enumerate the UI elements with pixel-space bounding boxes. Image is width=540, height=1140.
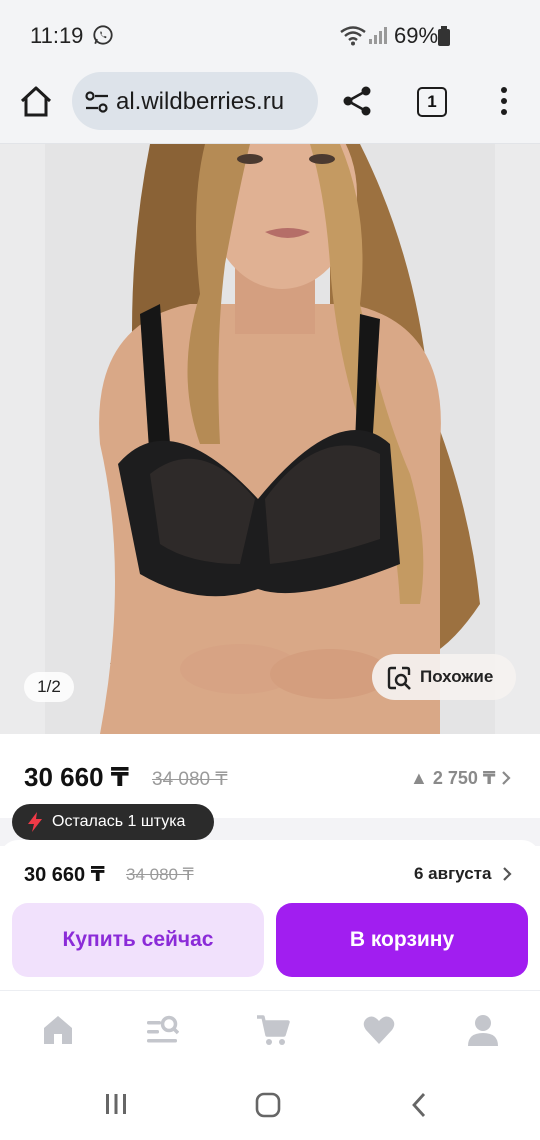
visual-search-icon: [387, 666, 411, 690]
old-price: 34 080 ₸: [152, 769, 228, 790]
recent-apps-icon[interactable]: [104, 1092, 128, 1116]
status-time: 11:19: [30, 23, 84, 48]
home-nav-icon[interactable]: [255, 1092, 281, 1118]
site-settings-icon[interactable]: [84, 89, 110, 115]
similar-button[interactable]: Похожие: [372, 654, 516, 700]
image-counter: 1/2: [24, 672, 74, 702]
similar-label: Похожие: [420, 667, 494, 686]
buy-now-button[interactable]: Купить сейчас: [12, 903, 264, 977]
bottom-navigation: [0, 990, 540, 1066]
product-image[interactable]: 1/2 Похожие: [0, 144, 540, 734]
product-photo: [0, 144, 540, 734]
status-bar: 11:19 69%: [0, 0, 540, 70]
more-menu-icon[interactable]: [490, 84, 518, 118]
home-icon[interactable]: [18, 84, 54, 120]
url-text[interactable]: al.wildberries.ru: [116, 88, 312, 116]
cart-icon[interactable]: [256, 1013, 290, 1047]
catalog-search-icon[interactable]: [145, 1013, 179, 1047]
lightning-icon: [28, 812, 42, 832]
signal-icon: [369, 27, 387, 44]
heart-icon[interactable]: [362, 1013, 396, 1047]
back-icon[interactable]: [410, 1092, 428, 1118]
share-icon[interactable]: [340, 84, 374, 118]
profile-icon[interactable]: [466, 1013, 500, 1047]
home-icon[interactable]: [41, 1013, 75, 1047]
address-bar[interactable]: al.wildberries.ru: [72, 72, 318, 130]
chevron-right-icon[interactable]: [502, 866, 512, 882]
browser-toolbar: al.wildberries.ru 1: [0, 70, 540, 144]
tab-switcher-button[interactable]: 1: [417, 87, 447, 117]
add-to-cart-button[interactable]: В корзину: [276, 903, 528, 977]
chevron-right-icon[interactable]: [500, 770, 512, 786]
price-change[interactable]: ▲ 2 750 ₸: [410, 768, 495, 789]
stock-label: Осталась 1 штука: [52, 813, 186, 830]
battery-icon: [438, 26, 450, 46]
delivery-date[interactable]: 6 августа: [414, 864, 491, 884]
panel-price: 30 660 ₸: [24, 864, 105, 886]
whatsapp-icon: [93, 25, 113, 45]
wifi-icon: [340, 26, 366, 46]
stock-badge: Осталась 1 штука: [12, 804, 214, 840]
current-price: 30 660 ₸: [24, 762, 129, 792]
panel-old-price: 34 080 ₸: [126, 865, 194, 884]
battery-percent: 69%: [394, 23, 439, 48]
purchase-panel: 30 660 ₸ 34 080 ₸ 6 августа Купить сейча…: [0, 840, 540, 990]
system-navigation: [0, 1066, 540, 1140]
